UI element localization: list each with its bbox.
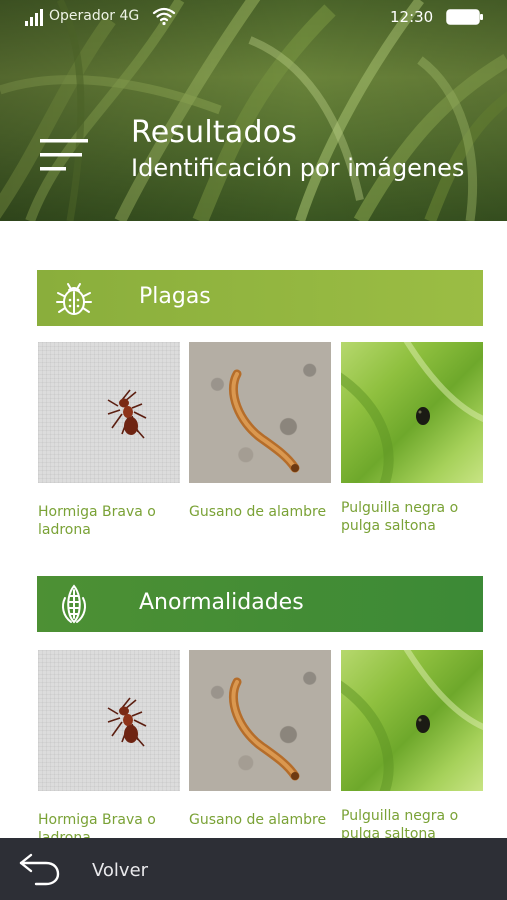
wireworm-photo xyxy=(189,342,331,483)
header-banner: Operador 4G 12:30 Resultados Identificac… xyxy=(0,0,507,221)
signal-strength-icon xyxy=(25,9,43,26)
section-header-plagas: Plagas xyxy=(37,270,483,326)
result-card-ant[interactable]: Hormiga Brava o ladrona xyxy=(38,650,180,847)
flea-beetle-photo xyxy=(341,650,483,791)
result-caption: Gusano de alambre xyxy=(189,812,327,828)
back-arrow-icon[interactable] xyxy=(18,853,62,887)
carrier-label: Operador 4G xyxy=(49,8,140,24)
result-caption: Gusano de alambre xyxy=(189,504,327,520)
corn-icon xyxy=(62,584,86,624)
ant-photo xyxy=(38,342,180,483)
result-card-wireworm[interactable]: Gusano de alambre xyxy=(189,342,331,521)
result-caption: Hormiga Brava o ladrona xyxy=(38,504,156,538)
result-card-ant[interactable]: Hormiga Brava o ladrona xyxy=(38,342,180,539)
result-card-wireworm[interactable]: Gusano de alambre xyxy=(189,650,331,829)
page-title: Resultados xyxy=(131,115,298,150)
result-card-flea-beetle[interactable]: Pulguilla negra o pulga saltona xyxy=(341,342,483,535)
section-label-plagas: Plagas xyxy=(139,284,211,309)
flea-beetle-photo xyxy=(341,342,483,483)
result-caption: Pulguilla negra o pulga saltona xyxy=(341,500,459,534)
result-card-flea-beetle[interactable]: Pulguilla negra o pulga saltona xyxy=(341,650,483,843)
section-label-anormalidades: Anormalidades xyxy=(139,590,304,615)
back-button-label[interactable]: Volver xyxy=(92,860,148,881)
wifi-icon xyxy=(152,7,176,26)
hamburger-menu-icon[interactable] xyxy=(38,136,90,174)
ant-photo xyxy=(38,650,180,791)
back-bar[interactable]: Volver xyxy=(0,838,507,900)
battery-icon xyxy=(446,9,483,25)
section-header-anormalidades: Anormalidades xyxy=(37,576,483,632)
page-subtitle: Identificación por imágenes xyxy=(131,154,465,182)
wireworm-photo xyxy=(189,650,331,791)
status-bar: Operador 4G 12:30 xyxy=(0,0,507,34)
bug-icon xyxy=(56,283,92,315)
clock-time: 12:30 xyxy=(390,8,434,26)
